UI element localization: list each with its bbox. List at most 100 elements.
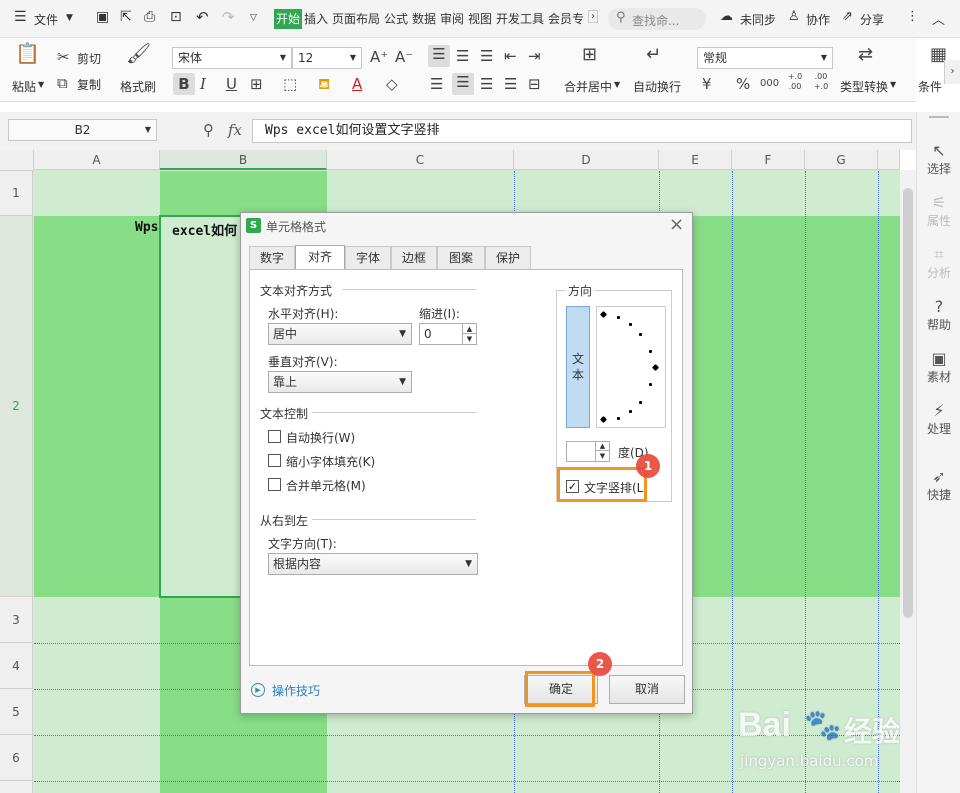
clipboard-icon[interactable]: 📋 (15, 43, 40, 63)
copy-button[interactable]: 复制 (77, 76, 101, 93)
row-header-2[interactable]: 2 (0, 216, 33, 597)
tab-view[interactable]: 视图 (468, 9, 492, 29)
eraser-icon[interactable]: ◇ (386, 75, 398, 93)
export-icon[interactable]: ⇱ (120, 9, 132, 25)
conditional-format-button[interactable]: 条件 (918, 78, 942, 95)
increase-decimal-icon[interactable]: +.0 .00 (784, 72, 806, 92)
panel-properties[interactable]: ⚟ 属性 (917, 194, 960, 229)
tab-insert[interactable]: 插入 (304, 9, 328, 29)
wrap-text-label[interactable]: 自动换行(W) (286, 429, 355, 446)
search-box[interactable]: ⚲ 查找命... (608, 8, 706, 30)
align-right-icon[interactable]: ☰ (480, 75, 493, 93)
more-icon[interactable]: ▽ (250, 13, 257, 23)
orientation-dial[interactable] (596, 306, 666, 428)
fill-color-icon[interactable]: ⛾ (318, 75, 330, 93)
panel-shortcut[interactable]: ➶ 快捷 (917, 468, 960, 503)
tab-data[interactable]: 数据 (412, 9, 436, 29)
auto-wrap-button[interactable]: 自动换行 (633, 78, 681, 95)
select-all-corner[interactable] (0, 150, 34, 171)
vertical-scrollbar[interactable] (900, 170, 916, 793)
tab-home[interactable]: 开始 (274, 9, 303, 29)
tab-border[interactable]: 边框 (391, 246, 437, 269)
row-header-4[interactable]: 4 (0, 643, 33, 689)
degree-spinner[interactable]: ▲ ▼ (566, 441, 610, 462)
cut-button[interactable]: 剪切 (77, 50, 101, 67)
distribute-icon[interactable]: ⊟ (528, 75, 541, 93)
vertical-text-preview[interactable]: 文本 (566, 306, 590, 428)
tab-pattern[interactable]: 图案 (437, 246, 485, 269)
column-header-a[interactable]: A (34, 150, 160, 170)
underline-button[interactable]: U (226, 75, 237, 93)
play-icon[interactable]: ▶ (251, 683, 265, 697)
panel-materials[interactable]: ▣ 素材 (917, 350, 960, 385)
number-format-select[interactable]: 常规 ▼ (697, 47, 833, 69)
vertical-align-select[interactable]: 靠上 ▼ (268, 371, 412, 393)
increase-font-icon[interactable]: A⁺ (370, 48, 388, 66)
merge-center-icon[interactable]: ⊞ (582, 46, 597, 64)
row-header-6[interactable]: 6 (0, 735, 33, 781)
chevron-down-icon[interactable]: ▼ (614, 80, 620, 89)
panel-analysis[interactable]: ⌗ 分析 (917, 246, 960, 281)
chevron-down-icon[interactable]: ▼ (66, 13, 73, 23)
indent-spinner[interactable]: 0 ▲ ▼ (419, 323, 477, 345)
bold-button[interactable]: B (173, 73, 195, 95)
tab-alignment[interactable]: 对齐 (295, 245, 345, 269)
font-name-select[interactable]: 宋体 ▼ (172, 47, 292, 69)
undo-icon[interactable]: ↶ (196, 8, 209, 26)
file-menu[interactable]: 文件 (34, 11, 58, 28)
decrease-decimal-icon[interactable]: .00 +.0 (810, 72, 832, 92)
merge-center-button[interactable]: 合并居中 (564, 78, 612, 95)
tab-formula[interactable]: 公式 (384, 9, 408, 29)
tips-link[interactable]: 操作技巧 (272, 682, 320, 699)
merge-cells-checkbox[interactable] (268, 478, 281, 491)
cancel-button[interactable]: 取消 (609, 675, 685, 704)
sync-status[interactable]: 未同步 (740, 11, 776, 28)
tab-font[interactable]: 字体 (345, 246, 391, 269)
italic-button[interactable]: I (200, 75, 206, 93)
tab-developer[interactable]: 开发工具 (496, 9, 544, 29)
type-convert-button[interactable]: 类型转换 (840, 78, 888, 95)
type-convert-icon[interactable]: ⇄ (858, 46, 873, 64)
collapse-ribbon-icon[interactable]: ︿ (932, 9, 945, 28)
print-preview-icon[interactable]: ⊡ (170, 9, 182, 25)
align-middle-icon[interactable]: ☰ (456, 47, 469, 65)
justify-icon[interactable]: ☰ (504, 75, 517, 93)
align-center-icon[interactable]: ☰ (452, 73, 474, 95)
print-icon[interactable]: ⎙ (144, 9, 155, 25)
share-button[interactable]: 分享 (860, 11, 884, 28)
align-top-icon[interactable]: ☰ (428, 45, 450, 67)
chevron-down-icon[interactable]: ▼ (38, 80, 44, 89)
format-painter-icon[interactable]: 🖌 (126, 43, 151, 63)
dialog-titlebar[interactable]: S 单元格格式 × (241, 213, 692, 239)
wrap-text-checkbox[interactable] (268, 430, 281, 443)
font-color-icon[interactable]: A (352, 75, 362, 93)
horizontal-align-select[interactable]: 居中 ▼ (268, 323, 412, 345)
column-header-f[interactable]: F (732, 150, 805, 170)
chevron-down-icon[interactable]: ▼ (890, 80, 896, 89)
column-header-g[interactable]: G (805, 150, 878, 170)
tab-number[interactable]: 数字 (249, 246, 295, 269)
row-header-3[interactable]: 3 (0, 597, 33, 643)
percent-icon[interactable]: % (736, 75, 750, 93)
tab-member[interactable]: 会员专 (548, 9, 584, 29)
decrease-font-icon[interactable]: A⁻ (395, 48, 413, 66)
shrink-fit-checkbox[interactable] (268, 454, 281, 467)
font-size-select[interactable]: 12 ▼ (292, 47, 362, 69)
column-header-e[interactable]: E (659, 150, 732, 170)
panel-select[interactable]: ↖ 选择 (917, 142, 960, 177)
format-painter-button[interactable]: 格式刷 (120, 78, 156, 95)
formula-input[interactable]: Wps excel如何设置文字竖排 (252, 119, 912, 143)
indent-increase-icon[interactable]: ⇥ (528, 47, 541, 65)
align-left-icon[interactable]: ☰ (430, 75, 443, 93)
spinner-up-icon[interactable]: ▲ (595, 442, 609, 451)
merge-cells-label[interactable]: 合并单元格(M) (286, 477, 366, 494)
paste-button[interactable]: 粘贴 (12, 78, 36, 95)
tab-protection[interactable]: 保护 (485, 246, 531, 269)
column-header-b[interactable]: B (160, 150, 327, 170)
row-header-1[interactable]: 1 (0, 171, 33, 216)
column-header-c[interactable]: C (327, 150, 514, 170)
tab-page-layout[interactable]: 页面布局 (332, 9, 380, 29)
align-bottom-icon[interactable]: ☰ (480, 47, 493, 65)
tab-scroll-right-icon[interactable]: › (588, 10, 598, 23)
more-menu-icon[interactable]: ⋮ (906, 9, 919, 24)
